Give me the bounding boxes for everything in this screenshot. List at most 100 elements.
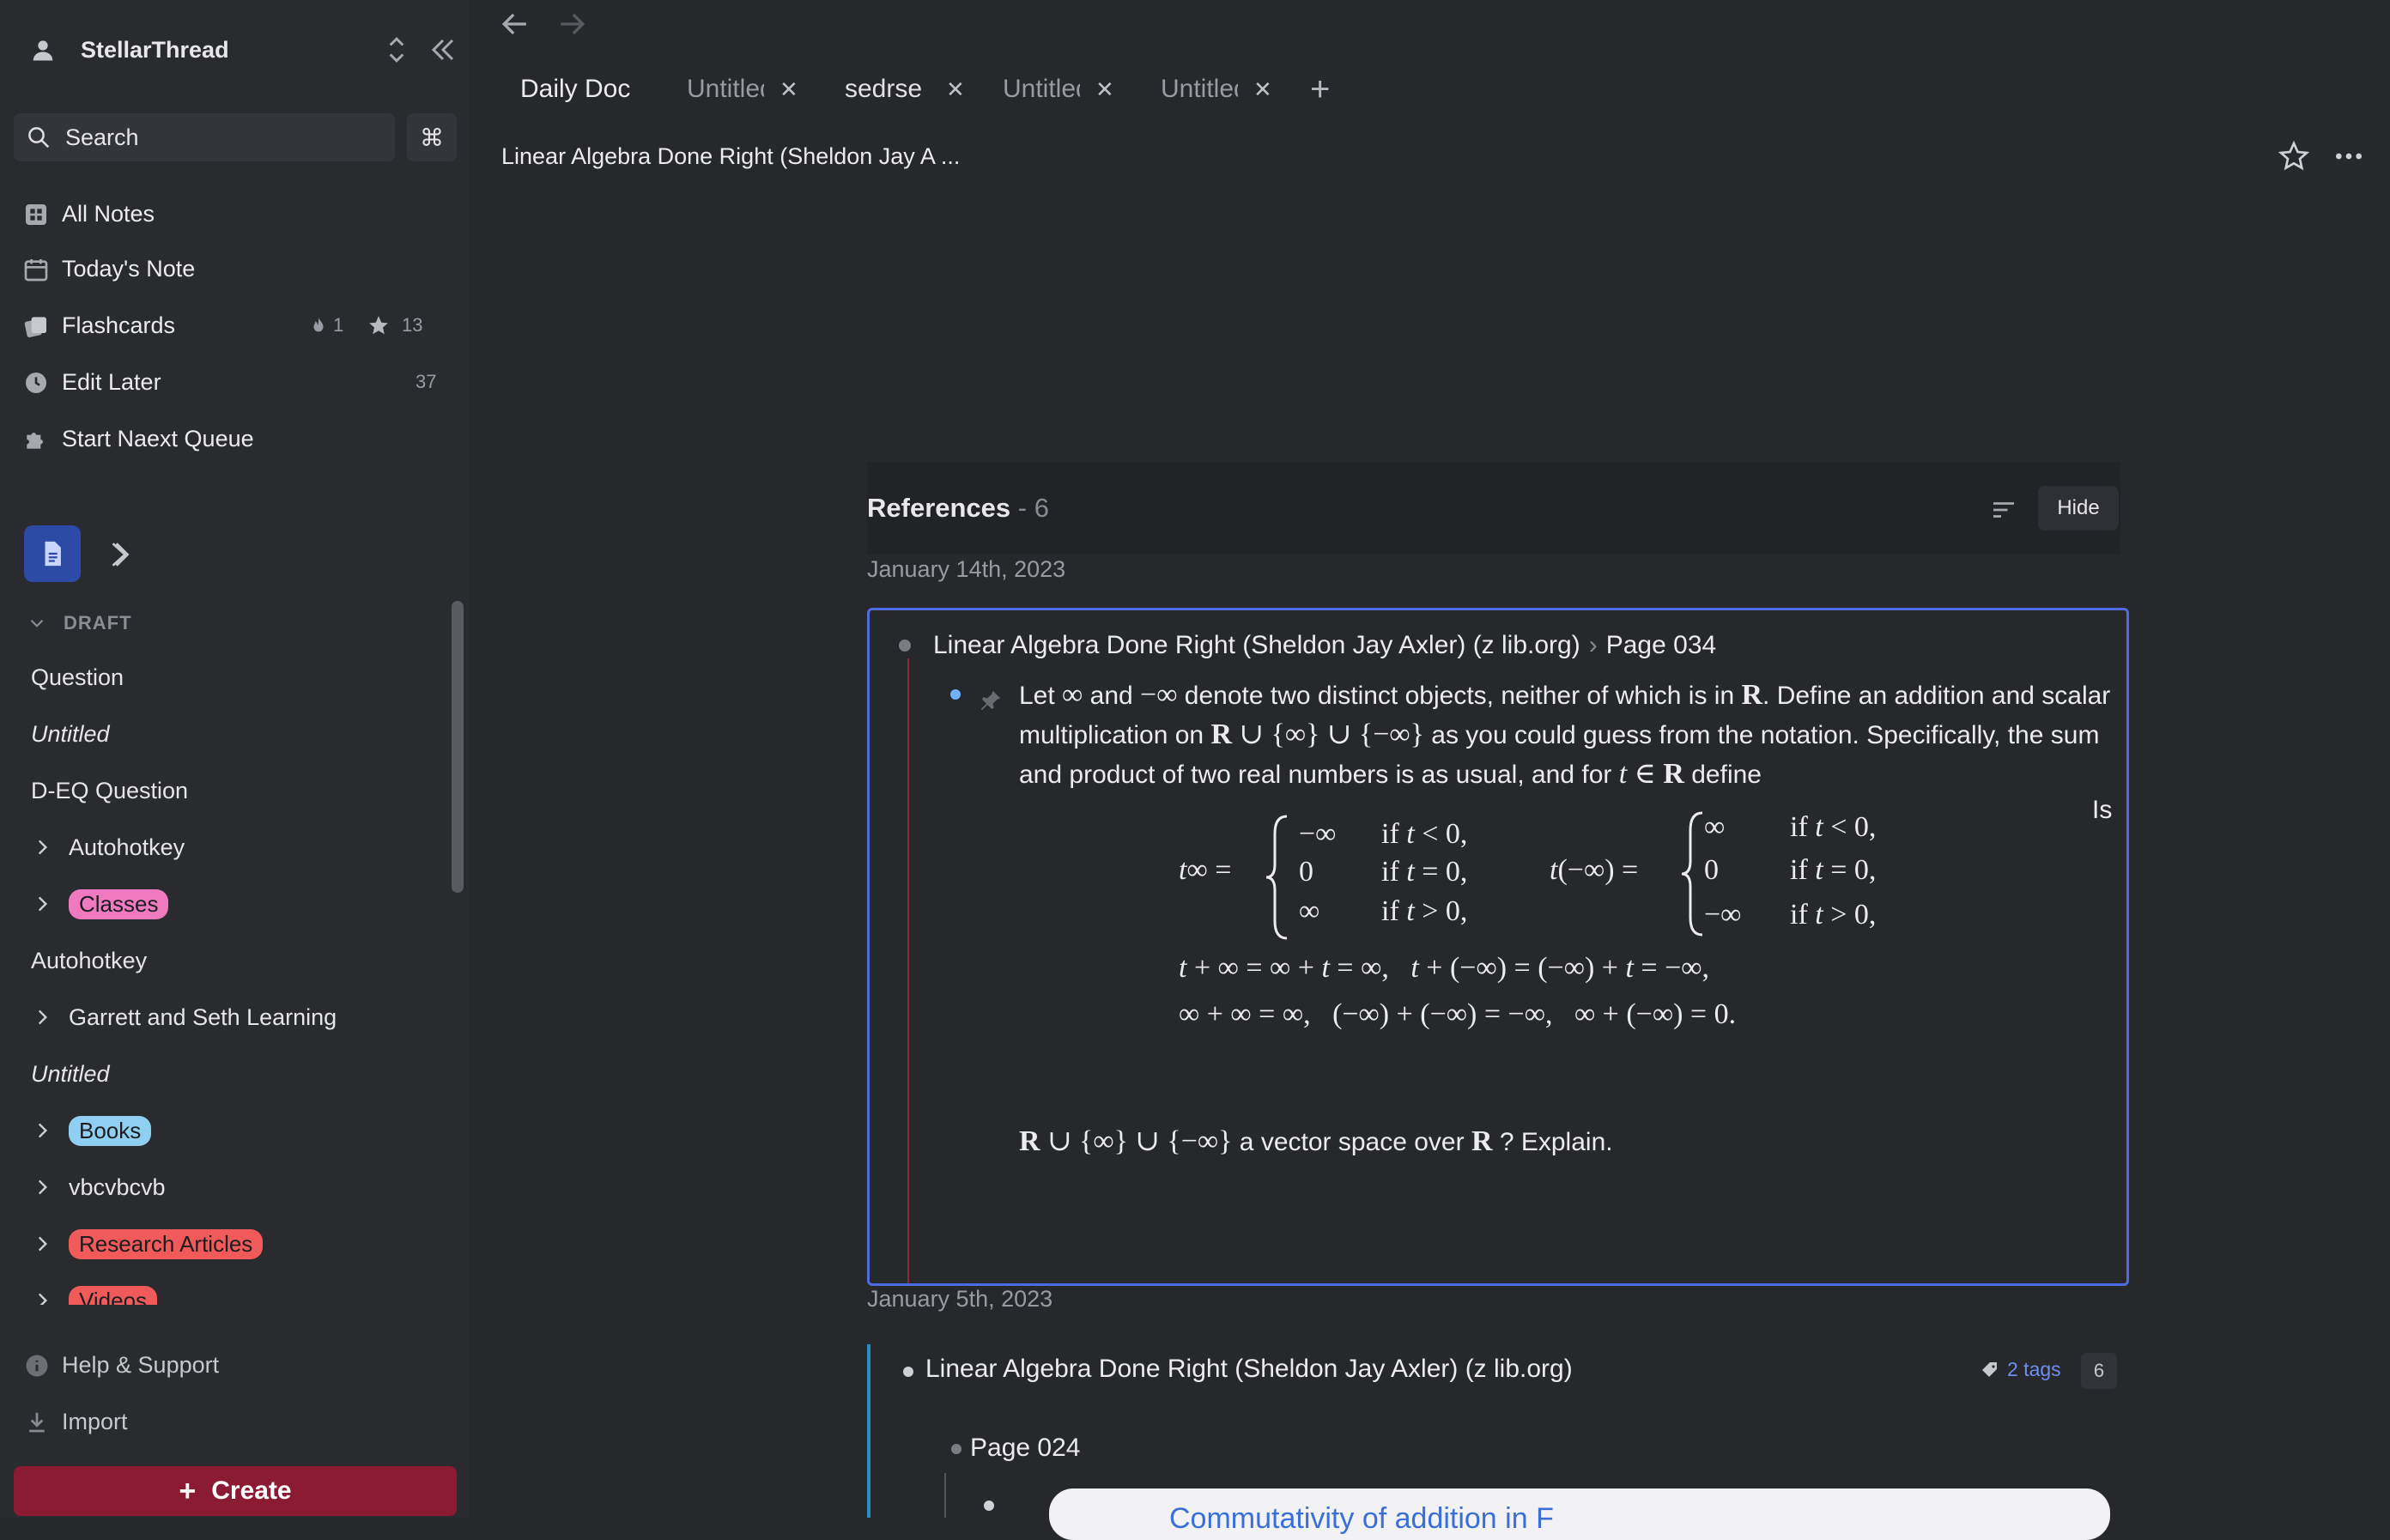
bullet[interactable] <box>951 1444 961 1454</box>
tree-item-label: Research Articles <box>69 1228 264 1259</box>
source-link[interactable]: Linear Algebra Done Right (Sheldon Jay A… <box>933 631 1580 659</box>
chevron-right-icon[interactable] <box>31 1176 53 1198</box>
bullet[interactable] <box>899 640 911 652</box>
nav-flashcards[interactable]: Flashcards 1 13 <box>0 300 470 350</box>
back-arrow-icon[interactable] <box>496 5 534 43</box>
nav-all-notes[interactable]: All Notes <box>0 189 470 239</box>
flashcard-preview[interactable]: Commutativity of addition in F <box>1049 1488 2110 1540</box>
user-icon <box>24 31 62 69</box>
formula-case: −∞ <box>1299 818 1337 850</box>
draft-label: DRAFT <box>64 612 132 634</box>
tree-item[interactable]: D-EQ Question <box>0 766 446 815</box>
app-window: StellarThread Search ⌘ All Notes Today's… <box>0 0 2390 1540</box>
tree-item-label: Videos <box>69 1285 158 1305</box>
formula-case: if t > 0, <box>1790 899 1877 931</box>
tab[interactable]: Untitled ✕ <box>687 65 798 113</box>
page-link[interactable]: Page 024 <box>970 1434 1080 1463</box>
sidebar-scrollbar[interactable] <box>452 601 464 893</box>
tree-item[interactable]: Garrett and Seth Learning <box>0 992 446 1042</box>
tree-item[interactable]: Untitled <box>0 1049 446 1099</box>
nav-label: Start Naext Queue <box>62 425 254 452</box>
chevron-right-icon[interactable] <box>31 893 53 915</box>
tags-link[interactable]: 2 tags <box>1980 1358 2061 1381</box>
command-button[interactable]: ⌘ <box>407 113 457 161</box>
pin-icon[interactable] <box>978 688 1004 718</box>
tab[interactable]: sedrse ✕ <box>845 65 965 113</box>
search-button[interactable]: Search <box>14 113 395 161</box>
tab[interactable]: Untitled ✕ <box>1003 65 1114 113</box>
question-tail: a vector space over <box>1232 1128 1471 1156</box>
draft-section-header[interactable]: DRAFT <box>26 606 132 640</box>
tree-item[interactable]: Books <box>0 1106 446 1155</box>
tab[interactable]: Daily Doc <box>520 65 630 113</box>
nav-edit-later[interactable]: Edit Later 37 <box>0 357 470 407</box>
docs-mode-button[interactable] <box>24 525 81 582</box>
import-label: Import <box>62 1408 128 1434</box>
tree-item[interactable]: Untitled <box>0 709 446 759</box>
chevron-right-icon[interactable] <box>31 1233 53 1255</box>
question-text-1: Let <box>1019 682 1063 710</box>
grid-icon <box>22 201 50 228</box>
page-link[interactable]: Page 034 <box>1606 631 1716 659</box>
nav-todays-note[interactable]: Today's Note <box>0 244 470 294</box>
close-tab-icon[interactable]: ✕ <box>779 76 798 103</box>
nav-start-queue[interactable]: Start Naext Queue <box>0 414 470 464</box>
formula-case: ∞ <box>1704 811 1726 843</box>
reference-date: January 14th, 2023 <box>867 556 1066 582</box>
favorite-star-icon[interactable] <box>2277 139 2311 173</box>
reference-card[interactable]: Linear Algebra Done Right (Sheldon Jay A… <box>867 608 2129 1286</box>
nav-label: Flashcards <box>62 312 176 338</box>
reference-source[interactable]: Linear Algebra Done Right (Sheldon Jay A… <box>925 1355 1573 1384</box>
tree-item[interactable]: Question <box>0 652 446 702</box>
workspace-switcher[interactable]: StellarThread <box>24 26 454 74</box>
formula-case: 0 <box>1704 854 1719 886</box>
search-icon <box>26 124 52 150</box>
tags-label: 2 tags <box>2007 1358 2061 1380</box>
sort-icon[interactable] <box>1988 494 2019 525</box>
close-tab-icon[interactable]: ✕ <box>1253 76 1272 103</box>
flashcard-question-end: R ∪ {∞} ∪ {−∞} a vector space over R ? E… <box>1019 1124 1613 1158</box>
chevron-right-icon[interactable] <box>31 1119 53 1142</box>
chevron-updown-icon[interactable] <box>378 31 416 69</box>
breadcrumb[interactable]: Linear Algebra Done Right (Sheldon Jay A… <box>501 143 960 170</box>
question-text-2: and <box>1083 682 1141 710</box>
create-button[interactable]: + Create <box>14 1466 457 1516</box>
import-button[interactable]: Import <box>0 1398 470 1446</box>
collapse-sidebar-icon[interactable] <box>424 31 462 69</box>
formula-case: 0 <box>1299 856 1313 888</box>
breadcrumb-separator: › <box>1588 631 1598 659</box>
references-title-text: References <box>867 493 1011 523</box>
chevron-right-icon[interactable] <box>31 1289 53 1305</box>
cards-icon <box>22 312 50 340</box>
bullet[interactable] <box>903 1367 913 1377</box>
hide-button[interactable]: Hide <box>2038 486 2119 531</box>
formula-case: if t > 0, <box>1381 895 1468 927</box>
more-options-icon[interactable] <box>2332 139 2366 173</box>
edit-later-count: 37 <box>416 371 437 392</box>
new-tab-plus-icon[interactable]: + <box>1310 65 1330 113</box>
chevron-right-icon[interactable] <box>31 1006 53 1028</box>
tree-item[interactable]: Research Articles <box>0 1219 446 1269</box>
close-tab-icon[interactable]: ✕ <box>946 76 965 103</box>
tree-item-label: Autohotkey <box>69 834 185 860</box>
graph-mode-button[interactable] <box>96 531 144 579</box>
tree-item[interactable]: Autohotkey <box>0 822 446 872</box>
note-tree: Question Untitled D-EQ Question Autohotkey C… <box>0 652 446 1305</box>
tab-label: Untitled <box>1003 75 1080 103</box>
tab-label: Untitled <box>687 75 764 103</box>
bullet[interactable] <box>984 1501 994 1511</box>
chevron-right-icon[interactable] <box>31 836 53 858</box>
tab[interactable]: Untitled ✕ <box>1161 65 1272 113</box>
tree-item[interactable]: Videos <box>0 1276 446 1305</box>
nav-label: Edit Later <box>62 368 161 395</box>
bullet[interactable] <box>950 689 961 700</box>
reference-date: January 5th, 2023 <box>867 1286 1053 1312</box>
forward-arrow-icon[interactable] <box>553 5 591 43</box>
tree-item[interactable]: Classes <box>0 879 446 929</box>
close-tab-icon[interactable]: ✕ <box>1095 76 1114 103</box>
nav-label: Today's Note <box>62 255 196 282</box>
streak-count-value: 1 <box>333 314 344 336</box>
help-support-button[interactable]: Help & Support <box>0 1341 470 1389</box>
tree-item[interactable]: Autohotkey <box>0 936 446 985</box>
tree-item[interactable]: vbcvbcvb <box>0 1162 446 1212</box>
